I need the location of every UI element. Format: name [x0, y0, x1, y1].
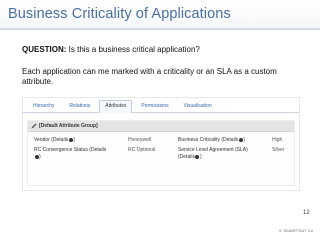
info-icon[interactable] — [195, 154, 200, 159]
info-icon[interactable] — [34, 154, 39, 159]
slide-title: Business Criticality of Applications — [8, 6, 231, 22]
attr-vendor-text: Vendor (Details — [34, 137, 69, 143]
title-bar: Business Criticality of Applications — [0, 0, 320, 30]
tab-relations[interactable]: Relations — [63, 100, 96, 112]
attr-business-criticality-close: ) — [243, 137, 245, 143]
attr-sla-details: (Details — [178, 154, 195, 160]
question-text: Is this a business critical application? — [66, 45, 200, 54]
attr-rc-convergence-close: ) — [39, 154, 41, 160]
attribute-group-title: [Default Attribute Group] — [39, 123, 98, 129]
attr-sla-text: Service Level Agreement (SLA) — [178, 147, 248, 153]
tab-permissions[interactable]: Permissions — [135, 100, 174, 112]
attr-rc-convergence-value: RC Optional — [128, 147, 156, 153]
tab-bar: Hierarchy Relations Attributes Permissio… — [23, 98, 299, 113]
attr-business-criticality-text: Business Criticality (Details — [178, 137, 239, 143]
attr-sla-close: ) — [199, 154, 202, 160]
footer-logo: © SMARTSAT Co — [279, 228, 314, 233]
attr-business-criticality-value: High — [272, 137, 283, 143]
question-line: QUESTION: Is this a business critical ap… — [22, 45, 312, 55]
question-label: QUESTION: — [22, 45, 67, 54]
attr-vendor-label: Vendor (Details) — [34, 137, 75, 144]
title-divider — [0, 28, 320, 30]
tab-visualisation[interactable]: Visualisation — [178, 100, 218, 112]
attr-rc-convergence-text: RC Convergence Status (Details — [34, 147, 107, 153]
attr-sla-value: Silver — [272, 147, 285, 153]
page-number: 12 — [303, 210, 310, 216]
tab-attributes[interactable]: Attributes — [99, 100, 133, 113]
attr-vendor-value: Honeywell — [128, 137, 152, 143]
description-text: Each application can me marked with a cr… — [22, 67, 277, 86]
tab-hierarchy[interactable]: Hierarchy — [27, 100, 60, 112]
attr-rc-convergence-label: RC Convergence Status (Details) — [34, 147, 114, 161]
app-attributes-panel: Hierarchy Relations Attributes Permissio… — [22, 97, 300, 191]
attr-vendor-close: ) — [73, 137, 75, 143]
attr-sla-label: Service Level Agreement (SLA) (Details) — [178, 147, 266, 161]
edit-pencil-icon[interactable] — [31, 123, 37, 129]
attr-business-criticality-label: Business Criticality (Details) — [178, 137, 245, 144]
attribute-group-header[interactable]: [Default Attribute Group] — [28, 121, 294, 132]
attribute-group: [Default Attribute Group] Vendor (Detail… — [27, 120, 295, 186]
